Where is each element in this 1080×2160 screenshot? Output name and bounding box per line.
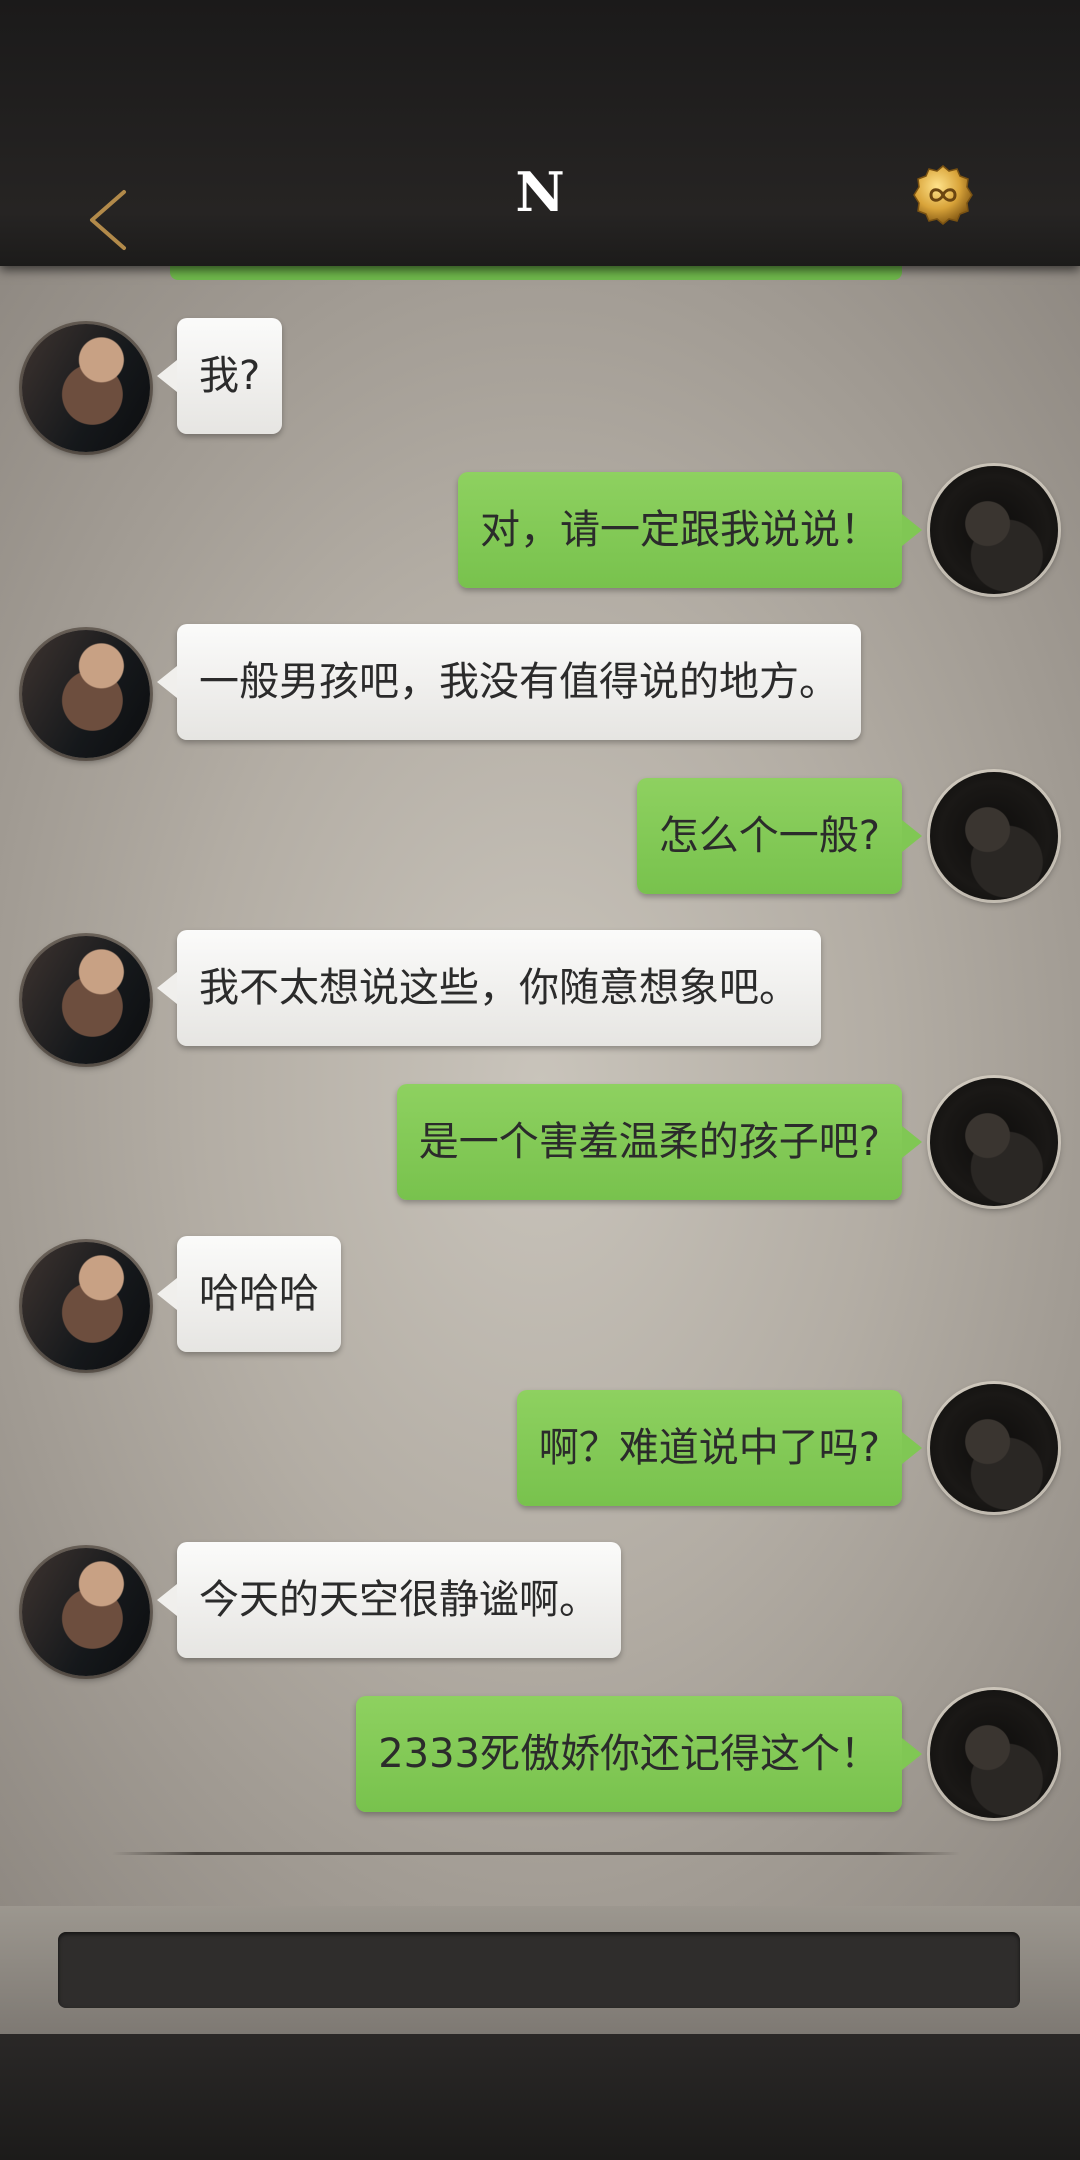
bottom-bar [0,2034,1080,2160]
top-bar: N [0,0,1080,266]
incoming-message-bubble[interactable]: 今天的天空很静谧啊。 [157,1542,621,1658]
outgoing-message-bubble[interactable]: 怎么个一般? [636,778,923,894]
user-avatar[interactable] [930,466,1058,594]
user-avatar[interactable] [930,772,1058,900]
chat-divider [112,1852,960,1855]
user-avatar[interactable] [930,1384,1058,1512]
contact-avatar[interactable] [22,630,150,758]
outgoing-message-bubble[interactable]: 啊？难道说中了吗? [516,1390,923,1506]
contact-avatar[interactable] [22,324,150,452]
chat-screen: N 我? 对，请一定跟我说说！ 一般男孩吧，我没有值得说的地方。 怎么个一般? … [0,0,1080,2160]
user-avatar[interactable] [930,1690,1058,1818]
message-list[interactable]: 我? 对，请一定跟我说说！ 一般男孩吧，我没有值得说的地方。 怎么个一般? 我不… [0,266,1080,1906]
outgoing-message-bubble[interactable]: 对，请一定跟我说说！ [458,472,922,588]
outgoing-message-bubble[interactable]: 2333死傲娇你还记得这个！ [356,1696,922,1812]
previous-message-edge [170,266,902,280]
message-input[interactable] [58,1932,1020,2008]
incoming-message-bubble[interactable]: 我不太想说这些，你随意想象吧。 [157,930,821,1046]
contact-avatar[interactable] [22,1548,150,1676]
infinity-coin-icon [913,165,973,225]
contact-avatar[interactable] [22,936,150,1064]
outgoing-message-bubble[interactable]: 是一个害羞温柔的孩子吧? [396,1084,923,1200]
user-avatar[interactable] [930,1078,1058,1206]
input-area [0,1906,1080,2034]
contact-avatar[interactable] [22,1242,150,1370]
incoming-message-bubble[interactable]: 一般男孩吧，我没有值得说的地方。 [157,624,861,740]
incoming-message-bubble[interactable]: 哈哈哈 [157,1236,341,1352]
badge-button[interactable] [912,164,974,226]
incoming-message-bubble[interactable]: 我? [156,318,283,434]
